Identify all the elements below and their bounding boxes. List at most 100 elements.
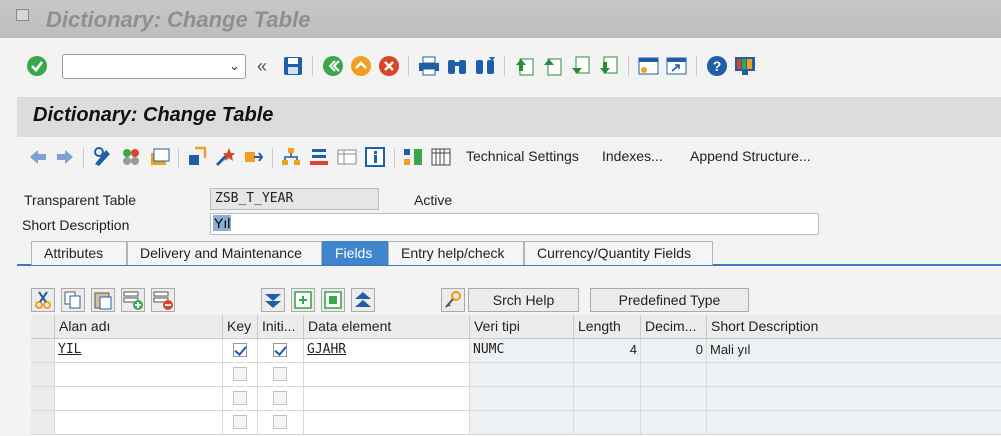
initial-checkbox[interactable] [273, 367, 287, 381]
delete-row-button[interactable] [151, 288, 175, 312]
short-description-cell [707, 387, 1001, 411]
collapse-icon[interactable]: « [257, 56, 267, 77]
field-name-cell[interactable] [55, 411, 223, 435]
initial-cell[interactable] [258, 363, 304, 387]
data-element-cell[interactable] [304, 363, 470, 387]
back-icon[interactable] [322, 55, 344, 77]
expand-button[interactable] [291, 288, 315, 312]
check-object-icon[interactable] [186, 146, 208, 168]
last-page-icon[interactable] [598, 56, 620, 76]
key-checkbox[interactable] [233, 415, 247, 429]
scissors-icon [35, 291, 51, 309]
structure-icon[interactable] [402, 146, 424, 168]
initial-checkbox[interactable] [273, 391, 287, 405]
row-selector[interactable] [31, 339, 55, 363]
next-page-icon[interactable] [570, 56, 592, 76]
paste-button[interactable] [91, 288, 115, 312]
column-header-short-description[interactable]: Short Description [707, 315, 1001, 339]
copy-icon [64, 291, 81, 309]
initial-checkbox[interactable] [273, 415, 287, 429]
column-header-decimals[interactable]: Decim... [641, 315, 707, 339]
fields-table: Alan adı Key Initi... Data element Veri … [31, 315, 1001, 436]
key-cell[interactable] [223, 363, 258, 387]
initial-checkbox[interactable] [273, 343, 287, 357]
object-list-icon[interactable] [148, 146, 170, 168]
tab-fields[interactable]: Fields [322, 241, 388, 265]
technical-settings-button[interactable]: Technical Settings [466, 148, 579, 164]
key-checkbox[interactable] [233, 367, 247, 381]
enter-icon[interactable] [26, 55, 48, 77]
column-header-field-name[interactable]: Alan adı [55, 315, 223, 339]
key-checkbox[interactable] [233, 343, 247, 357]
previous-page-icon[interactable] [542, 56, 564, 76]
initial-cell[interactable] [258, 339, 304, 363]
foreign-key-button[interactable] [441, 288, 465, 312]
separator [178, 148, 179, 168]
arrow-right-icon[interactable] [55, 148, 75, 166]
columns-icon[interactable] [430, 146, 452, 168]
cut-button[interactable] [31, 288, 55, 312]
cancel-icon[interactable] [378, 55, 400, 77]
active-inactive-icon[interactable] [120, 146, 142, 168]
field-name-cell[interactable]: YIL [55, 339, 223, 363]
exit-icon[interactable] [350, 55, 372, 77]
predefined-type-button[interactable]: Predefined Type [590, 288, 749, 312]
new-session-icon[interactable] [638, 56, 660, 76]
shortcut-icon[interactable] [666, 56, 688, 76]
initial-cell[interactable] [258, 387, 304, 411]
initial-cell[interactable] [258, 411, 304, 435]
tab-attributes[interactable]: Attributes [31, 241, 127, 265]
command-field[interactable]: ⌄ [62, 54, 246, 79]
column-header-length[interactable]: Length [574, 315, 641, 339]
help-icon[interactable]: ? [706, 55, 728, 77]
indexes-button[interactable]: Indexes... [602, 148, 663, 164]
find-next-icon[interactable] [474, 56, 496, 76]
column-header-data-element[interactable]: Data element [304, 315, 470, 339]
stack-icon[interactable] [308, 146, 330, 168]
row-selector[interactable] [31, 363, 55, 387]
data-element-cell[interactable] [304, 411, 470, 435]
tab-entry-help-check[interactable]: Entry help/check [388, 241, 524, 265]
customize-layout-icon[interactable] [734, 56, 756, 76]
window-menu-icon[interactable] [16, 9, 29, 21]
column-header-key[interactable]: Key [223, 315, 258, 339]
display-change-icon[interactable] [92, 146, 114, 168]
filter-up-button[interactable] [351, 288, 375, 312]
tab-delivery-maintenance[interactable]: Delivery and Maintenance [127, 241, 322, 265]
column-header-initial[interactable]: Initi... [258, 315, 304, 339]
row-selector-header[interactable] [31, 315, 55, 339]
hierarchy-icon[interactable] [280, 146, 302, 168]
key-cell[interactable] [223, 339, 258, 363]
table-view-icon[interactable] [336, 146, 358, 168]
key-cell[interactable] [223, 411, 258, 435]
separator [696, 56, 697, 76]
data-element-cell[interactable]: GJAHR [304, 339, 470, 363]
print-icon[interactable] [418, 56, 440, 76]
chevron-down-icon[interactable]: ⌄ [229, 58, 240, 74]
column-header-data-type[interactable]: Veri tipi [470, 315, 574, 339]
append-structure-button[interactable]: Append Structure... [690, 148, 811, 164]
first-page-icon[interactable] [514, 56, 536, 76]
search-help-button[interactable]: Srch Help [468, 288, 579, 312]
tab-currency-quantity-fields[interactable]: Currency/Quantity Fields [524, 241, 713, 265]
arrow-left-icon[interactable] [28, 148, 48, 166]
data-element-cell[interactable] [304, 387, 470, 411]
row-selector[interactable] [31, 411, 55, 435]
copy-button[interactable] [61, 288, 85, 312]
insert-row-icon [123, 291, 143, 310]
where-used-icon[interactable] [242, 146, 264, 168]
field-name-cell[interactable] [55, 363, 223, 387]
save-icon[interactable] [283, 56, 303, 76]
find-icon[interactable] [446, 56, 468, 76]
row-selector[interactable] [31, 387, 55, 411]
activate-icon[interactable] [214, 146, 236, 168]
collapse-button[interactable] [321, 288, 345, 312]
short-description-input[interactable]: Yıl [210, 213, 819, 235]
separator [83, 148, 84, 168]
key-cell[interactable] [223, 387, 258, 411]
information-icon[interactable] [364, 146, 386, 168]
insert-row-button[interactable] [121, 288, 145, 312]
field-name-cell[interactable] [55, 387, 223, 411]
sort-button[interactable] [261, 288, 285, 312]
key-checkbox[interactable] [233, 391, 247, 405]
